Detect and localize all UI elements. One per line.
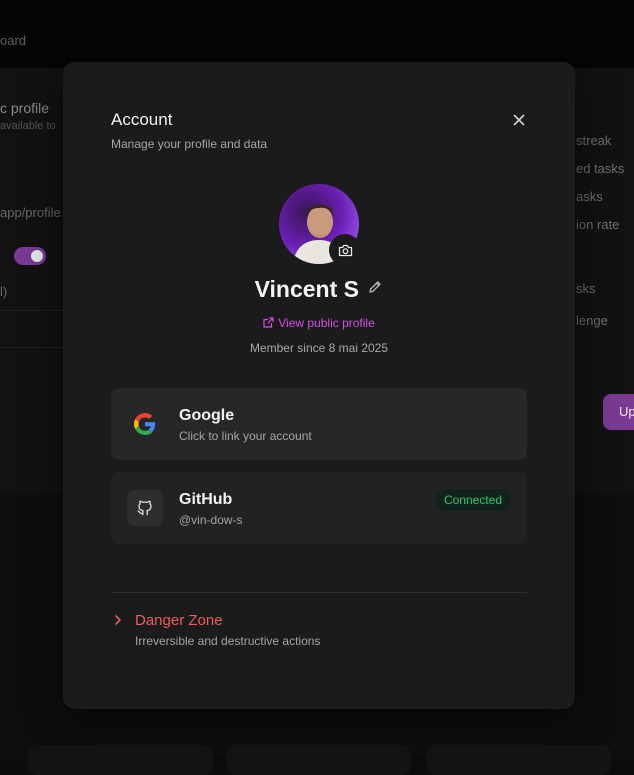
background-stat-label: ed tasks	[576, 161, 625, 176]
background-profile-url: app/profile	[0, 205, 61, 220]
google-icon	[127, 406, 163, 442]
danger-zone-title: Danger Zone	[135, 612, 223, 629]
pencil-icon[interactable]	[367, 279, 383, 300]
background-profile-title: c profile	[0, 100, 50, 116]
background-card	[426, 745, 611, 775]
member-since: Member since 8 mai 2025	[249, 341, 389, 355]
change-avatar-button[interactable]	[329, 234, 361, 266]
github-account-card[interactable]: GitHub @vin-dow-s Connected	[111, 472, 527, 544]
background-card	[28, 745, 213, 775]
github-icon	[127, 490, 163, 526]
github-username: @vin-dow-s	[179, 513, 243, 527]
avatar-container	[279, 184, 361, 266]
divider	[111, 592, 527, 593]
profile-name-row: Vincent S	[63, 276, 575, 303]
external-link-icon	[263, 317, 274, 328]
account-modal: Account Manage your profile and data Vin…	[63, 62, 575, 709]
danger-zone-description: Irreversible and destructive actions	[135, 634, 321, 648]
close-button[interactable]	[509, 110, 529, 130]
google-account-card[interactable]: Google Click to link your account	[111, 388, 527, 460]
view-public-profile-link[interactable]: View public profile	[63, 316, 575, 330]
connected-status-badge: Connected	[434, 489, 511, 511]
background-input-row	[0, 310, 63, 348]
background-breadcrumb: oard	[0, 33, 27, 48]
background-header	[0, 0, 634, 68]
background-profile-subtitle: available to	[0, 120, 56, 132]
background-card	[226, 745, 411, 775]
background-stat-label: streak	[576, 133, 612, 148]
google-description: Click to link your account	[179, 429, 312, 443]
background-upgrade-button: Up	[603, 394, 634, 430]
background-stat-label: ion rate	[576, 217, 620, 232]
background-stat-label: lenge	[576, 313, 608, 328]
background-stat-label: sks	[576, 281, 596, 296]
danger-zone-toggle[interactable]: Danger Zone Irreversible and destructive…	[111, 611, 527, 651]
view-public-profile-label: View public profile	[278, 316, 375, 330]
background-note: l)	[0, 284, 8, 299]
chevron-right-icon	[115, 615, 121, 625]
github-provider-name: GitHub	[179, 491, 233, 508]
modal-subtitle: Manage your profile and data	[111, 137, 268, 151]
modal-title: Account	[111, 110, 173, 129]
background-toggle	[14, 247, 46, 265]
google-provider-name: Google	[179, 407, 235, 424]
close-icon	[513, 114, 525, 126]
background-stat-label: asks	[576, 189, 603, 204]
user-name: Vincent S	[254, 276, 359, 302]
camera-icon	[338, 244, 352, 256]
